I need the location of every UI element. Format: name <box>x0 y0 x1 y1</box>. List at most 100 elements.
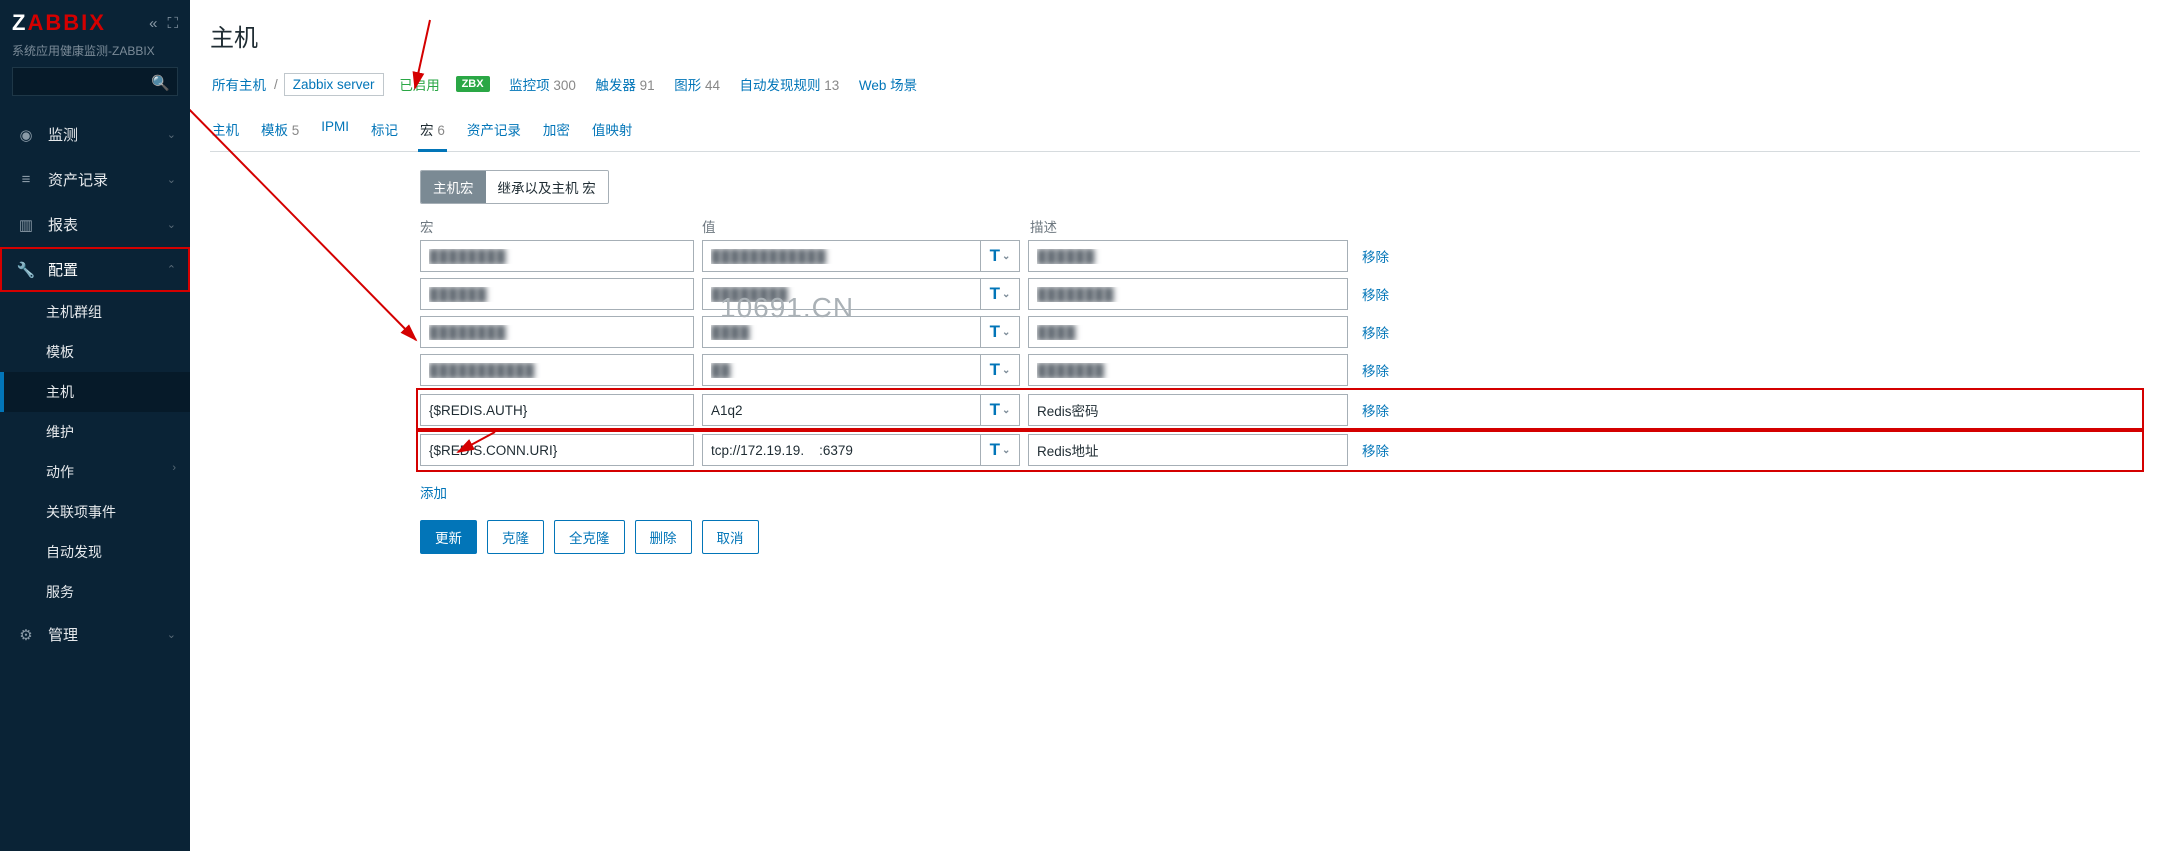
link-items[interactable]: 监控项 300 <box>509 74 576 94</box>
tab-templates[interactable]: 模板 5 <box>259 115 301 151</box>
tab-encryption[interactable]: 加密 <box>541 115 572 151</box>
seg-host-macros[interactable]: 主机宏 <box>421 171 486 203</box>
main-content: 主机 所有主机 / Zabbix server 已启用 ZBX 监控项 300 … <box>190 0 2160 851</box>
nav-sub-hosts[interactable]: 主机 <box>0 372 190 412</box>
macro-desc-input[interactable] <box>1028 316 1348 348</box>
macro-desc-input[interactable] <box>1028 240 1348 272</box>
brand-subtitle: 系统应用健康监测-ZABBIX <box>12 42 178 59</box>
link-discovery[interactable]: 自动发现规则 13 <box>740 74 840 94</box>
macro-value-input[interactable] <box>702 354 980 386</box>
chart-icon: ▥ <box>14 216 38 234</box>
scope-segment: 主机宏 继承以及主机 宏 <box>420 170 609 204</box>
macro-row: T⌄ 移除 <box>420 432 2140 468</box>
tab-inventory[interactable]: 资产记录 <box>465 115 523 151</box>
macro-value-input[interactable] <box>702 278 980 310</box>
remove-macro-link[interactable]: 移除 <box>1356 400 1389 420</box>
list-icon: ≡ <box>14 171 38 188</box>
link-graphs[interactable]: 图形 44 <box>674 74 720 94</box>
remove-macro-link[interactable]: 移除 <box>1356 360 1389 380</box>
tab-valuemap[interactable]: 值映射 <box>590 115 635 151</box>
remove-macro-link[interactable]: 移除 <box>1356 322 1389 342</box>
chevron-down-icon: ⌄ <box>1002 327 1010 338</box>
macro-type-button[interactable]: T⌄ <box>980 354 1020 386</box>
macro-name-input[interactable] <box>420 394 694 426</box>
macro-row: T⌄ 移除 <box>420 392 2140 428</box>
search-icon[interactable]: 🔍 <box>151 74 170 92</box>
macro-value-input[interactable] <box>702 240 980 272</box>
crumb-all-hosts[interactable]: 所有主机 <box>210 71 268 97</box>
delete-button[interactable]: 删除 <box>635 520 692 554</box>
macro-desc-input[interactable] <box>1028 434 1348 466</box>
zbx-badge: ZBX <box>456 76 490 92</box>
macro-type-button[interactable]: T⌄ <box>980 278 1020 310</box>
nav-sub-maintenance[interactable]: 维护 <box>0 412 190 452</box>
macro-type-button[interactable]: T⌄ <box>980 316 1020 348</box>
chevron-down-icon: ⌄ <box>1002 405 1010 416</box>
tab-ipmi[interactable]: IPMI <box>319 115 351 151</box>
page-title: 主机 <box>210 18 2140 53</box>
chevron-right-icon: › <box>172 462 176 474</box>
tab-host[interactable]: 主机 <box>210 115 241 151</box>
cancel-button[interactable]: 取消 <box>702 520 759 554</box>
fullscreen-icon[interactable]: ⛶ <box>167 15 178 32</box>
clone-button[interactable]: 克隆 <box>487 520 544 554</box>
remove-macro-link[interactable]: 移除 <box>1356 246 1389 266</box>
macro-name-input[interactable] <box>420 240 694 272</box>
nav-configuration[interactable]: 🔧 配置 ⌃ <box>0 247 190 292</box>
status-enabled: 已启用 <box>399 74 440 94</box>
crumb-host[interactable]: Zabbix server <box>284 73 384 96</box>
brand-logo[interactable]: ZABBIX <box>12 10 106 36</box>
gear-icon: ⚙ <box>14 626 38 644</box>
macro-name-input[interactable] <box>420 316 694 348</box>
macro-value-input[interactable] <box>702 434 980 466</box>
macro-row: T⌄ 移除 <box>420 354 2140 386</box>
update-button[interactable]: 更新 <box>420 520 477 554</box>
collapse-icon[interactable]: « <box>149 15 157 32</box>
nav-sub-templates[interactable]: 模板 <box>0 332 190 372</box>
nav-inventory[interactable]: ≡ 资产记录 ⌄ <box>0 157 190 202</box>
nav-sub-correlation[interactable]: 关联项事件 <box>0 492 190 532</box>
macro-name-input[interactable] <box>420 434 694 466</box>
macro-row: T⌄ 移除 <box>420 278 2140 310</box>
macro-desc-input[interactable] <box>1028 394 1348 426</box>
chevron-down-icon: ⌄ <box>167 128 176 141</box>
macro-row: T⌄ 移除 <box>420 316 2140 348</box>
nav-reports[interactable]: ▥ 报表 ⌄ <box>0 202 190 247</box>
nav-administration[interactable]: ⚙ 管理 ⌄ <box>0 612 190 657</box>
tabs: 主机 模板 5 IPMI 标记 宏 6 资产记录 加密 值映射 <box>210 115 2140 152</box>
col-desc-header: 描述 <box>1030 216 1350 236</box>
chevron-down-icon: ⌄ <box>167 173 176 186</box>
chevron-up-icon: ⌃ <box>167 263 176 276</box>
wrench-icon: 🔧 <box>14 261 38 279</box>
chevron-down-icon: ⌄ <box>1002 251 1010 262</box>
macro-value-input[interactable] <box>702 394 980 426</box>
tab-tags[interactable]: 标记 <box>369 115 400 151</box>
nav-sub-services[interactable]: 服务 <box>0 572 190 612</box>
seg-inherited-macros[interactable]: 继承以及主机 宏 <box>486 171 608 203</box>
remove-macro-link[interactable]: 移除 <box>1356 440 1389 460</box>
col-value-header: 值 <box>702 216 1022 236</box>
link-web[interactable]: Web 场景 <box>859 74 917 94</box>
add-macro-link[interactable]: 添加 <box>420 482 447 502</box>
nav-sub-actions[interactable]: 动作 › <box>0 452 190 492</box>
macro-type-button[interactable]: T⌄ <box>980 434 1020 466</box>
macro-desc-input[interactable] <box>1028 278 1348 310</box>
eye-icon: ◉ <box>14 126 38 144</box>
macro-type-button[interactable]: T⌄ <box>980 394 1020 426</box>
nav-monitoring[interactable]: ◉ 监测 ⌄ <box>0 112 190 157</box>
col-macro-header: 宏 <box>420 216 694 236</box>
remove-macro-link[interactable]: 移除 <box>1356 284 1389 304</box>
macro-type-button[interactable]: T⌄ <box>980 240 1020 272</box>
breadcrumb: 所有主机 / Zabbix server 已启用 ZBX 监控项 300 触发器… <box>210 71 2140 97</box>
link-triggers[interactable]: 触发器 91 <box>595 74 654 94</box>
nav-sub-hostgroups[interactable]: 主机群组 <box>0 292 190 332</box>
macro-desc-input[interactable] <box>1028 354 1348 386</box>
fullclone-button[interactable]: 全克隆 <box>554 520 625 554</box>
nav-sub-discovery[interactable]: 自动发现 <box>0 532 190 572</box>
chevron-down-icon: ⌄ <box>1002 365 1010 376</box>
chevron-down-icon: ⌄ <box>1002 445 1010 456</box>
tab-macros[interactable]: 宏 6 <box>418 115 447 152</box>
macro-value-input[interactable] <box>702 316 980 348</box>
macro-name-input[interactable] <box>420 354 694 386</box>
macro-name-input[interactable] <box>420 278 694 310</box>
